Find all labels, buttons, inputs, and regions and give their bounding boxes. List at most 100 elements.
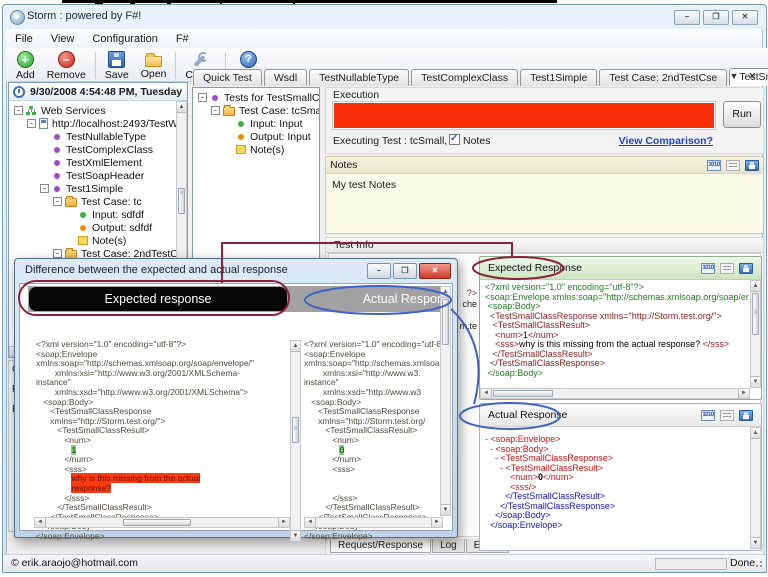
tree-item-test-case-tc[interactable]: -Test Case: tc <box>11 195 185 208</box>
binary-icon[interactable] <box>701 263 715 274</box>
toolbar-separator <box>175 52 176 79</box>
network-icon <box>26 106 37 115</box>
expander-icon[interactable]: - <box>40 184 49 193</box>
tree-item-http-localhost-2493-testws-servi[interactable]: -http://localhost:2493/TestWS/Servi <box>11 117 185 130</box>
expander-icon[interactable]: - <box>198 93 207 102</box>
expected-response-xml[interactable]: <?xml version="1.0" encoding="utf-8"?><s… <box>481 280 749 388</box>
diff-expected-xml[interactable]: <?xml version="1.0" encoding="utf-8"?><s… <box>36 340 290 542</box>
xml-segment <box>36 445 71 455</box>
expander-icon[interactable]: - <box>53 249 62 258</box>
diff-dialog-title: Difference between the expected and actu… <box>25 264 288 276</box>
menu-file[interactable]: File <box>6 31 42 47</box>
xml-line: </soap:Envelope> <box>485 521 749 531</box>
diff-right-hscrollbar[interactable] <box>304 517 443 528</box>
minimize-button[interactable]: – <box>674 10 700 25</box>
tree-item-testxmlelement[interactable]: TestXmlElement <box>11 156 185 169</box>
close-button[interactable]: ✕ <box>732 10 758 25</box>
expander-icon[interactable]: - <box>27 119 36 128</box>
tree-item-tests-for-testsmallclass[interactable]: -Tests for TestSmallClass <box>195 91 317 104</box>
resize-grip[interactable] <box>753 560 763 570</box>
tab-wsdl[interactable]: Wsdl <box>264 69 307 86</box>
save-icon[interactable] <box>745 160 759 171</box>
binary-icon[interactable] <box>701 410 715 421</box>
xml-segment: </num> <box>543 472 574 482</box>
toolbar-save-button[interactable]: Save <box>99 50 135 83</box>
view-comparison-link[interactable]: View Comparison? <box>619 135 713 147</box>
xml-segment: xmlns:xsi="http://www.w3.org/2001/XMLSch… <box>36 368 240 378</box>
menu-view[interactable]: View <box>42 31 84 47</box>
xml-segment: </num> <box>304 454 361 464</box>
xml-segment: </sss> <box>703 339 730 349</box>
expander-icon[interactable]: - <box>53 197 62 206</box>
diff-actual-xml[interactable]: <?xml version="1.0" encoding="utf-8<soap… <box>304 340 443 542</box>
xml-segment: response? <box>71 483 111 493</box>
output-icon <box>80 225 86 231</box>
lines-icon[interactable] <box>726 160 740 171</box>
datetime-text: 9/30/2008 4:54:48 PM, Tuesday <box>30 86 182 98</box>
expander-icon[interactable]: - <box>14 106 23 115</box>
xml-line: xmlns:xsi="http://www.w3.org/2001/XMLSch… <box>36 369 290 379</box>
title-bar[interactable]: Storm : powered by F#! –❐✕ <box>3 5 766 29</box>
run-button[interactable]: Run <box>723 101 761 128</box>
xml-segment: why is this missing from the actual resp… <box>519 339 703 349</box>
dialog-close-button[interactable]: ✕ <box>419 263 451 279</box>
tab-testnullabletype[interactable]: TestNullableType <box>309 69 409 86</box>
xml-segment <box>36 473 71 483</box>
toolbar-remove-button[interactable]: Remove <box>41 50 92 83</box>
diff-dialog-client: Expected response Actual Respon <?xml ve… <box>19 283 453 531</box>
toolbar-add-label: Add <box>16 69 35 81</box>
toolbar-add-button[interactable]: Add <box>10 50 41 83</box>
lines-icon[interactable] <box>720 410 734 421</box>
actual-response-xml[interactable]: - <soap:Envelope> - <soap:Body> - <TestS… <box>481 427 749 549</box>
close-icon[interactable]: ✕ <box>748 71 756 82</box>
maximize-button[interactable]: ❐ <box>703 10 729 25</box>
tree-item-label: Input: Input <box>250 118 303 130</box>
tree-item-web-services[interactable]: -Web Services <box>11 104 185 117</box>
tree-item-testcomplexclass[interactable]: TestComplexClass <box>11 143 185 156</box>
xml-line: </soap:Envelope> <box>304 532 443 542</box>
add-icon <box>17 51 34 68</box>
tree-item-input-sdfdf[interactable]: Input: sdfdf <box>11 208 185 221</box>
expected-response-title: Expected Response <box>488 262 582 274</box>
tree-item-test1simple[interactable]: -Test1Simple <box>11 182 185 195</box>
xml-segment: <?xml version="1.0" encoding="utf-8"?> <box>485 282 644 292</box>
xml-segment: </TestSmallClassResult> <box>304 502 420 512</box>
tree-item-testsoapheader[interactable]: TestSoapHeader <box>11 169 185 182</box>
diff-left-hscrollbar[interactable] <box>34 517 290 528</box>
expected-response-vscrollbar[interactable]: ≡ <box>750 280 761 388</box>
xml-segment: <soap:Body> <box>36 397 93 407</box>
app-icon <box>10 10 25 25</box>
dialog-minimize-button[interactable]: – <box>367 263 391 279</box>
expected-response-hscrollbar[interactable] <box>480 388 750 399</box>
xml-segment: </TestSmallClassResult> <box>485 349 593 359</box>
save-icon[interactable] <box>739 263 753 274</box>
tree-item-note-s[interactable]: Note(s) <box>11 234 185 247</box>
tab-quick-test[interactable]: Quick Test <box>193 69 262 86</box>
tree-item-test-case-tcsmall[interactable]: -Test Case: tcSmall <box>195 104 317 117</box>
xml-segment: <soap:Envelope <box>304 349 365 359</box>
tree-item-testnullabletype[interactable]: TestNullableType <box>11 130 185 143</box>
binary-icon[interactable] <box>707 160 721 171</box>
lines-icon[interactable] <box>720 263 734 274</box>
save-icon[interactable] <box>739 410 753 421</box>
tab-test1simple[interactable]: Test1Simple <box>520 69 597 86</box>
xml-segment: <TestSmallClassResponse <box>304 406 420 416</box>
tree-item-input-input[interactable]: Input: Input <box>195 117 317 130</box>
tab-test-case-2ndtestcse[interactable]: Test Case: 2ndTestCse <box>599 69 727 86</box>
status-left: © erik.araojo@hotmail.com <box>11 557 138 569</box>
diff-mid-vscrollbar[interactable]: ≡ <box>290 340 301 542</box>
tree-item-output-sdfdf[interactable]: Output: sdfdf <box>11 221 185 234</box>
notes-checkbox[interactable] <box>449 134 460 145</box>
tab-testcomplexclass[interactable]: TestComplexClass <box>411 69 518 86</box>
tree-item-output-input[interactable]: Output: Input <box>195 130 317 143</box>
diff-right-vscrollbar[interactable] <box>440 286 451 516</box>
toolbar-open-button[interactable]: Open <box>135 50 173 82</box>
menu-configuration[interactable]: Configuration <box>83 31 166 47</box>
tree-item-note-s[interactable]: Note(s) <box>195 143 317 156</box>
dialog-maximize-button[interactable]: ❐ <box>393 263 417 279</box>
actual-response-vscrollbar[interactable] <box>750 427 761 549</box>
expander-icon[interactable]: - <box>211 106 220 115</box>
notes-content[interactable]: My test Notes <box>332 179 396 191</box>
menu-f[interactable]: F# <box>167 31 198 47</box>
chevron-down-icon[interactable]: ▼ <box>730 71 739 82</box>
